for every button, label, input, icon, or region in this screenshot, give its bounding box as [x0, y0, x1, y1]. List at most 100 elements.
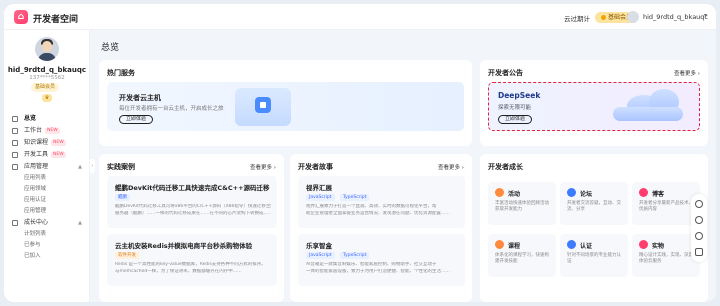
announcement-card: 开发者公告 查看更多 › DeepSeek 探索无限可能 立即体验 [480, 60, 708, 146]
growth-item-blog[interactable]: 博客 开发者分享最新产品技术、优质内容 [632, 182, 700, 225]
cloud-host-desc: 每位开发者拥有一台云主机，开启成长之旅 [119, 106, 224, 112]
growth-item-name: 活动 [508, 191, 521, 198]
story-item-title: 视界汇展 [306, 184, 332, 192]
growth-item-name: 博客 [652, 191, 665, 198]
share-icon[interactable] [695, 216, 703, 224]
top-user-name[interactable]: hid_9rdtd_q_bkauqc [643, 13, 708, 21]
sidebar-item-devtools[interactable]: 开发工具 NEW [4, 149, 90, 161]
course-icon [495, 240, 504, 249]
case-text: 服务器（鲲鹏）……一样的代码迁移成果在……在不同的芯片架构下转换成…… [115, 211, 271, 216]
sidebar-subitem[interactable]: 已参与 [4, 240, 90, 251]
story-text: 助企业管理者全面掌握业务运营情况、发现潜在问题、优化资源配置…… [306, 211, 450, 216]
story-title: 开发者故事 [298, 163, 333, 171]
hot-services-title: 热门服务 [107, 69, 135, 77]
announcement-title: 开发者公告 [488, 69, 523, 77]
sidebar: hid_9rdtd_q_bkauqc 137****5562 基础会员 ♛ 总览… [4, 30, 90, 302]
top-bar: ⌂ 开发者空间 云过期计 基础会员 hid_9rdtd_q_bkauqc ▾ [4, 4, 716, 30]
case-text: 与memcached一样，为了保证效率，数据都缓存在内存中…… [115, 269, 242, 274]
story-tag: TypeScript [340, 252, 370, 259]
sidebar-subitem[interactable]: 应用列表 [4, 173, 90, 184]
blog-icon [639, 188, 648, 197]
story-tag: JavaScript [306, 252, 335, 259]
growth-item-desc: 体系化的课程学习，快速构建开发技能 [495, 253, 549, 264]
chevron-down-icon[interactable]: ▾ [704, 12, 707, 19]
new-tag: NEW [51, 151, 66, 158]
case-text: Redis 是一个高性能的key-value数据库，Redis支持各种不同方式的… [115, 262, 266, 267]
practice-case-item[interactable]: 鲲鹏DevKit代码迁移工具快速完成C&C++源码迁移 鲲鹏 鲲鹏DevKit代… [107, 176, 277, 228]
case-text: 鲲鹏DevKit代码迁移工具可将x86平台的C/C++源码（X86指令）快速迁移… [115, 204, 271, 209]
story-text: 一体的智能家居设备，致力于为用户打造便捷、智能、个性化的生活…… [306, 269, 450, 274]
story-tag: TypeScript [340, 194, 370, 201]
story-text: AI音箱是一款集音响娱乐、智能家居控制、购物助手、社交互动于 [306, 262, 437, 267]
announcement-more-link[interactable]: 查看更多 › [674, 69, 700, 77]
sidebar-user-phone: 137****5562 [29, 75, 65, 81]
crown-icon[interactable]: ♛ [42, 94, 52, 102]
new-tag: NEW [51, 139, 66, 146]
app-title: 开发者空间 [33, 15, 79, 25]
avatar[interactable] [35, 37, 59, 61]
growth-item-desc: 开发者交流答疑，互动、交流、分享 [567, 201, 621, 212]
member-tag[interactable]: 基础会员 [31, 83, 60, 92]
sidebar-item-label: 成长中心 [24, 219, 49, 226]
new-tag: NEW [45, 127, 60, 134]
growth-item-activity[interactable]: 活动 丰富活动快速体验回顾活动获取开发能力 [488, 182, 556, 225]
sidebar-item-overview[interactable]: 总览 [4, 113, 90, 125]
cloud-host-illustration [235, 88, 291, 126]
sidebar-item-courses[interactable]: 知识课程 NEW [4, 137, 90, 149]
sidebar-item-workbench[interactable]: 工作台 NEW [4, 125, 90, 137]
sidebar-user-name: hid_9rdtd_q_bkauqc [7, 66, 87, 74]
crown-icon [601, 15, 606, 20]
growth-title: 开发者成长 [488, 163, 523, 171]
growth-item-name: 实物 [652, 243, 665, 250]
forum-icon [567, 188, 576, 197]
practice-case-item[interactable]: 云主机安装Redis并模拟电商平台秒杀购物体验 软件开发 Redis 是一个高性… [107, 234, 277, 286]
app-logo-icon[interactable]: ⌂ [14, 10, 28, 24]
cloud-host-banner[interactable]: 开发者云主机 每位开发者拥有一台云主机，开启成长之旅 立即体验 [107, 82, 464, 131]
growth-item-desc: 开发者分享最新产品技术、优质内容 [639, 201, 693, 212]
chevron-up-icon: ▲ [78, 164, 82, 170]
sidebar-subitem[interactable]: 应用管理 [4, 206, 90, 217]
certificate-icon [567, 240, 576, 249]
sidebar-subitem[interactable]: 已加入 [4, 251, 90, 262]
note-icon[interactable] [695, 248, 703, 256]
sidebar-subitem[interactable]: 计划列表 [4, 229, 90, 240]
trophy-icon [12, 220, 18, 226]
sidebar-subitem[interactable]: 应用领域 [4, 184, 90, 195]
practice-more-link[interactable]: 查看更多 › [250, 163, 276, 171]
growth-item-name: 课程 [508, 243, 521, 250]
phone-icon[interactable] [695, 232, 703, 240]
growth-item-practice[interactable]: 实物 精心设计实践，实现、深度体验云服务 [632, 234, 700, 277]
cloud-link[interactable]: 云过期计 [564, 13, 590, 23]
story-item[interactable]: 乐享智盒 JavaScript TypeScript AI音箱是一款集音响娱乐、… [298, 234, 465, 286]
growth-item-forum[interactable]: 论坛 开发者交流答疑，互动、交流、分享 [560, 182, 628, 225]
hot-services-card: 热门服务 开发者云主机 每位开发者拥有一台云主机，开启成长之旅 立即体验 [99, 60, 472, 146]
deepseek-banner[interactable]: DeepSeek 探索无限可能 立即体验 [488, 82, 700, 131]
page-title: 总览 [101, 43, 120, 53]
story-more-link[interactable]: 查看更多 › [438, 163, 464, 171]
user-avatar-small[interactable] [627, 11, 639, 23]
cloud-host-icon [255, 97, 271, 113]
growth-item-course[interactable]: 课程 体系化的课程学习，快速构建开发技能 [488, 234, 556, 277]
sidebar-item-label: 工作台 [24, 127, 43, 134]
sidebar-nav: 总览 工作台 NEW 知识课程 NEW 开发工具 NEW 应用管理 ▲ 应用列表 应用领… [4, 113, 90, 262]
practice-cases-card: 实践案例 查看更多 › 鲲鹏DevKit代码迁移工具快速完成C&C++源码迁移 … [99, 154, 284, 302]
developer-stories-card: 开发者故事 查看更多 › 视界汇展 JavaScript TypeScript … [290, 154, 472, 302]
smile-icon[interactable] [695, 200, 703, 208]
chevron-up-icon: ▲ [78, 220, 82, 226]
story-text: 视界汇展致力于打造一个直观、高效、实时的数据可视化平台，帮 [306, 204, 437, 209]
apps-icon [12, 164, 18, 170]
sidebar-item-growth[interactable]: 成长中心 ▲ [4, 217, 90, 229]
growth-item-name: 认证 [580, 243, 593, 250]
story-item[interactable]: 视界汇展 JavaScript TypeScript 视界汇展致力于打造一个直观… [298, 176, 465, 228]
tool-icon [12, 152, 18, 158]
practice-title: 实践案例 [107, 163, 135, 171]
growth-item-certification[interactable]: 认证 针对不同场景的专业能力认证 [560, 234, 628, 277]
sidebar-item-app-management[interactable]: 应用管理 ▲ [4, 161, 90, 173]
cloud-host-try-button[interactable]: 立即体验 [119, 115, 154, 124]
case-tag: 鲲鹏 [115, 194, 130, 201]
deepseek-desc: 探索无限可能 [498, 105, 532, 111]
deepseek-try-button[interactable]: 立即体验 [498, 115, 533, 124]
sidebar-subitem[interactable]: 应用认证 [4, 195, 90, 206]
avatar-head [42, 41, 52, 52]
sidebar-collapse-button[interactable]: ‹ [90, 159, 95, 173]
